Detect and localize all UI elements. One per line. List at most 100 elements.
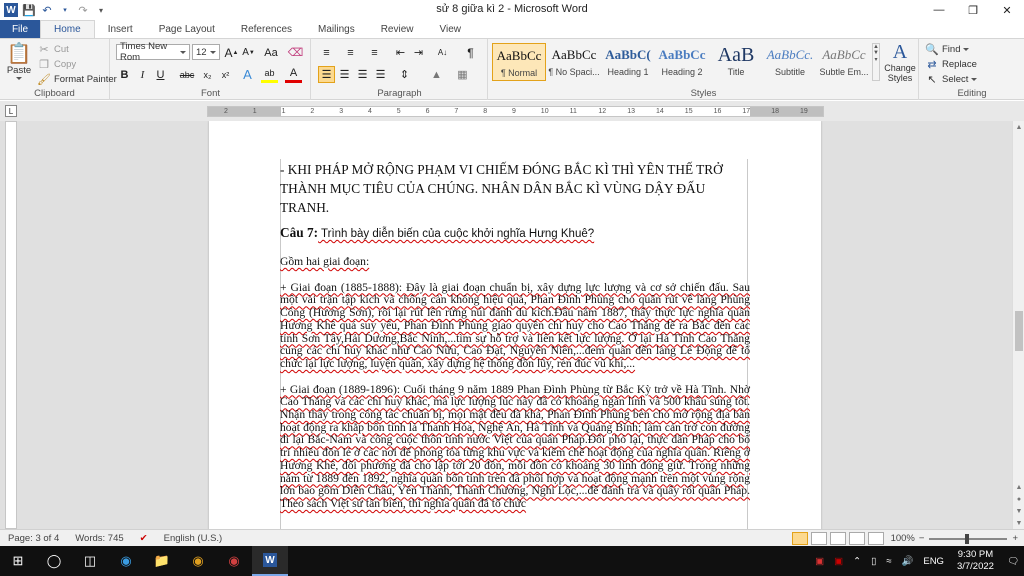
increase-indent-icon[interactable]: ⇥ [410,44,427,61]
prev-page-icon[interactable]: ▲ [1013,481,1024,493]
zoom-in-icon[interactable]: + [1012,533,1024,544]
replace-button[interactable]: ⇄ Replace [925,57,976,71]
battery-icon[interactable]: ▯ [866,556,881,567]
proofing-icon[interactable]: ✔ [132,530,156,547]
word-taskbar-icon[interactable]: W [252,546,288,576]
chevron-down-icon[interactable]: ▾ [56,1,74,19]
chrome-icon[interactable]: ◉ [180,546,216,576]
select-button[interactable]: ↖ Select [925,72,978,86]
tab-page-layout[interactable]: Page Layout [146,20,228,38]
style-title[interactable]: AaB Title [709,43,763,81]
tab-view[interactable]: View [427,20,475,38]
tab-references[interactable]: References [228,20,305,38]
save-icon[interactable]: 💾 [20,1,38,19]
styles-scroll-icon[interactable]: ▲ ▼ ▾ [872,43,880,81]
tab-file[interactable]: File [0,20,40,38]
minimize-icon[interactable]: — [922,0,956,20]
file-explorer-icon[interactable]: 📁 [144,546,180,576]
grow-font-button[interactable]: A ▲ [223,44,240,61]
tray-app-icon[interactable]: ▣ [810,556,829,567]
tab-insert[interactable]: Insert [95,20,146,38]
zoom-level[interactable]: 100% [887,533,919,544]
scroll-thumb[interactable] [1015,311,1023,351]
document-canvas[interactable]: - KHI PHÁP MỞ RỘNG PHẠM VI CHIẾM ĐÓNG BẮ… [0,121,1012,529]
style-no-spacing[interactable]: AaBbCc ¶ No Spaci... [547,43,601,81]
language-indicator[interactable]: English (U.S.) [156,530,231,547]
align-left-icon[interactable]: ☰ [318,66,335,83]
tab-review[interactable]: Review [368,20,427,38]
style-subtitle[interactable]: AaBbCc. Subtitle [763,43,817,81]
redo-icon[interactable]: ↷ [74,1,92,19]
zoom-slider[interactable] [929,533,1008,544]
close-icon[interactable]: ✕ [990,0,1024,20]
pilcrow-icon[interactable]: ¶ [462,44,479,61]
tab-home[interactable]: Home [40,20,95,38]
next-page-icon[interactable]: ▼ [1013,505,1024,517]
italic-button[interactable]: I [134,66,151,83]
wifi-icon[interactable]: ≈ [881,556,896,567]
search-icon[interactable]: ◯ [36,546,72,576]
style-normal[interactable]: AaBbCc ¶ Normal [492,43,546,81]
outline-icon[interactable] [848,532,865,545]
print-layout-icon[interactable] [791,532,808,545]
full-screen-reading-icon[interactable] [810,532,827,545]
zoom-out-icon[interactable]: − [919,533,925,544]
zoom-thumb[interactable] [965,533,970,544]
align-center-icon[interactable]: ☰ [336,66,353,83]
clear-formatting-icon[interactable]: ⌫ [287,44,304,61]
line-spacing-icon[interactable]: ⇕ [396,66,413,83]
notifications-icon[interactable]: 🗨 [1002,556,1024,567]
style-subtle-emphasis[interactable]: AaBbCc Subtle Em... [817,43,871,81]
horizontal-ruler[interactable]: 2 1 1 2 3 4 5 6 7 8 9 10 11 12 13 14 15 16 17 18 19 [207,106,824,117]
font-size-combo[interactable]: 12 [192,44,220,60]
tab-mailings[interactable]: Mailings [305,20,368,38]
format-painter-button[interactable]: 🖌 Format Painter [37,72,117,86]
style-heading-2[interactable]: AaBbCc Heading 2 [655,43,709,81]
edge-icon[interactable]: ◉ [108,546,144,576]
document-body[interactable]: - KHI PHÁP MỞ RỘNG PHẠM VI CHIẾM ĐÓNG BẮ… [280,160,750,511]
bold-button[interactable]: B [116,66,133,83]
input-language[interactable]: ENG [918,556,949,567]
multilevel-list-icon[interactable]: ≡ [366,44,383,61]
show-hidden-icons-icon[interactable]: ⌃ [848,556,866,567]
justify-icon[interactable]: ☰ [372,66,389,83]
paste-button[interactable]: 📋 Paste [4,43,34,80]
task-view-icon[interactable]: ◫ [72,546,108,576]
shading-icon[interactable]: ▲ [428,66,445,83]
change-case-button[interactable]: Aa [260,44,282,61]
underline-button[interactable]: U [152,66,169,83]
decrease-indent-icon[interactable]: ⇤ [392,44,409,61]
text-effects-button[interactable]: A [239,66,256,83]
subscript-button[interactable]: x₂ [199,66,216,83]
copy-button[interactable]: ❐ Copy [37,57,76,71]
page-count[interactable]: Page: 3 of 4 [0,530,67,547]
find-button[interactable]: 🔍 Find [925,42,970,56]
scroll-up-icon[interactable]: ▲ [1013,121,1024,133]
web-layout-icon[interactable] [829,532,846,545]
tray-app-icon-2[interactable]: ▣ [829,556,848,567]
word-app-icon[interactable]: W [2,1,20,19]
word-count[interactable]: Words: 745 [67,530,131,547]
vertical-ruler[interactable] [5,121,17,529]
tab-stop-selector[interactable]: L [5,105,17,117]
change-styles-button[interactable]: A Change Styles [883,41,917,83]
sort-icon[interactable]: A↓ [434,44,451,61]
align-right-icon[interactable]: ☰ [354,66,371,83]
cut-button[interactable]: ✂ Cut [37,42,68,56]
font-color-button[interactable]: A [285,66,302,83]
shrink-font-button[interactable]: A ▼ [240,44,257,61]
highlight-button[interactable]: ab [261,66,278,83]
numbering-icon[interactable]: ≡ [342,44,359,61]
superscript-button[interactable]: x² [217,66,234,83]
scroll-down-icon[interactable]: ▼ [1013,517,1024,529]
borders-icon[interactable]: ▦ [454,66,471,83]
vertical-scrollbar[interactable]: ▲ ▲ ● ▼ ▼ [1012,121,1024,529]
font-name-combo[interactable]: Times New Rom [116,41,190,63]
windows-start-icon[interactable]: ⊞ [0,546,36,576]
style-heading-1[interactable]: AaBbC(Heading 1 [601,43,655,81]
browse-object-icon[interactable]: ● [1013,493,1024,505]
volume-icon[interactable]: 🔊 [897,556,919,567]
draft-icon[interactable] [867,532,884,545]
clock[interactable]: 9:30 PM 3/7/2022 [949,549,1002,573]
customize-qat-icon[interactable]: ▾ [92,1,110,19]
